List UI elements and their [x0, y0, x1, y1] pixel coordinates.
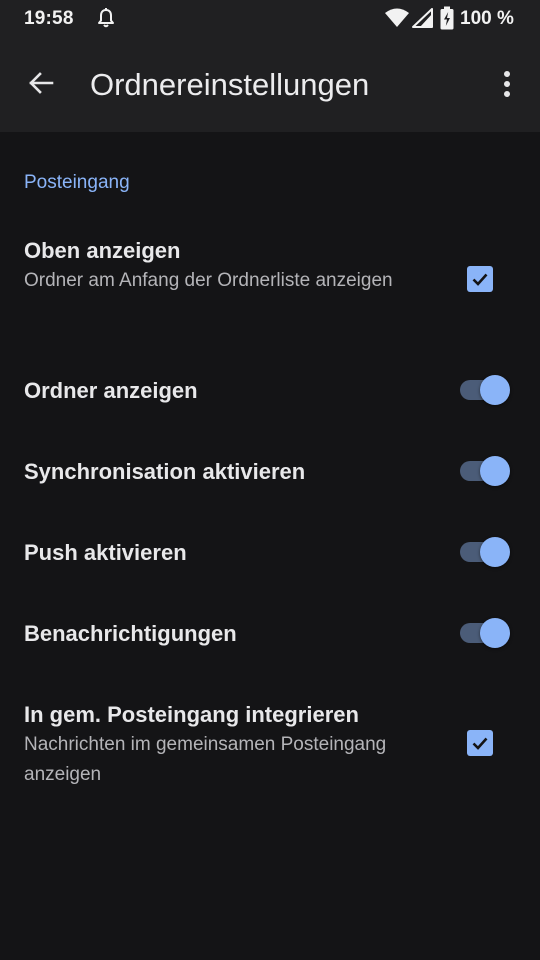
pref-title: In gem. Posteingang integrieren	[24, 702, 359, 727]
pref-title: Benachrichtigungen	[24, 621, 237, 646]
enable-sync-switch[interactable]	[458, 454, 512, 488]
more-vert-icon	[504, 71, 510, 97]
show-folder-switch[interactable]	[458, 373, 512, 407]
pref-title: Oben anzeigen	[24, 238, 181, 263]
switch-thumb	[480, 537, 510, 567]
signal-icon	[412, 8, 433, 28]
pref-show-at-top[interactable]: Oben anzeigen Ordner am Anfang der Ordne…	[0, 226, 540, 338]
arrow-back-icon	[29, 72, 54, 94]
pref-unified-inbox[interactable]: In gem. Posteingang integrieren Nachrich…	[0, 690, 540, 802]
page-title: Ordnereinstellungen	[90, 67, 370, 102]
switch-thumb	[480, 375, 510, 405]
overflow-menu-button[interactable]	[488, 62, 526, 106]
bell-icon	[98, 8, 114, 28]
battery-percentage: 100 %	[460, 8, 514, 29]
pref-notifications[interactable]: Benachrichtigungen	[0, 593, 540, 673]
notifications-switch[interactable]	[458, 616, 512, 650]
section-header-posteingang: Posteingang	[24, 172, 130, 193]
back-button[interactable]	[18, 60, 64, 106]
pref-enable-sync[interactable]: Synchronisation aktivieren	[0, 431, 540, 511]
status-bar: 19:58 100 %	[0, 0, 540, 36]
pref-show-folder[interactable]: Ordner anzeigen	[0, 350, 540, 430]
pref-title: Synchronisation aktivieren	[24, 459, 306, 484]
show-at-top-checkbox[interactable]	[467, 266, 493, 292]
battery-icon	[440, 6, 454, 30]
unified-inbox-checkbox[interactable]	[467, 730, 493, 756]
switch-thumb	[480, 618, 510, 648]
app-bar: Ordnereinstellungen	[0, 36, 540, 132]
pref-summary: Nachrichten im gemeinsamen Posteingang a…	[24, 734, 387, 785]
pref-summary: Ordner am Anfang der Ordnerliste anzeige…	[24, 270, 393, 291]
switch-thumb	[480, 456, 510, 486]
check-icon	[472, 273, 488, 286]
pref-title: Ordner anzeigen	[24, 378, 198, 403]
check-icon	[472, 737, 488, 750]
wifi-icon	[385, 8, 409, 27]
pref-enable-push[interactable]: Push aktivieren	[0, 512, 540, 592]
status-time: 19:58	[24, 8, 74, 29]
pref-title: Push aktivieren	[24, 540, 187, 565]
enable-push-switch[interactable]	[458, 535, 512, 569]
